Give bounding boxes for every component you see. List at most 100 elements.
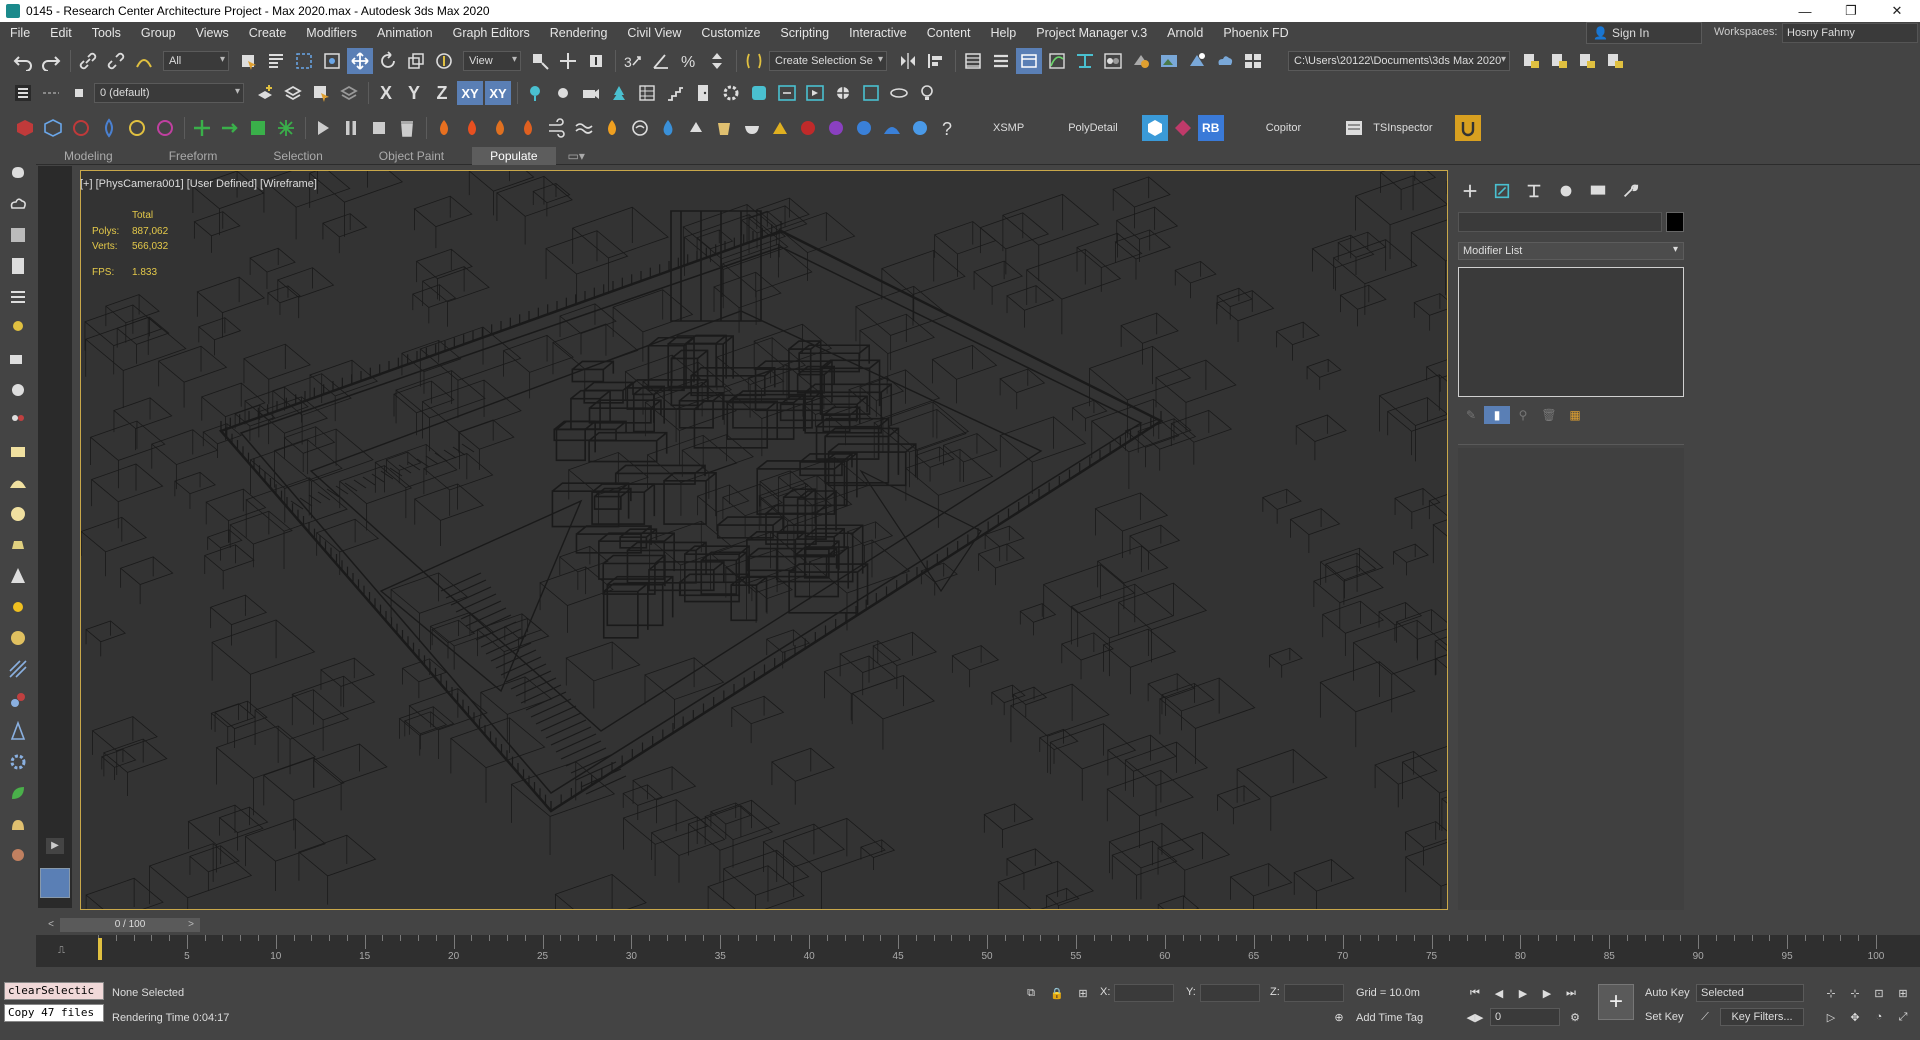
default-in-out-tangents-icon[interactable]: ⟋: [1696, 1008, 1714, 1026]
rect-icon[interactable]: [4, 438, 32, 466]
foam-icon[interactable]: [683, 115, 709, 141]
align-icon[interactable]: [923, 48, 949, 74]
zoom-extents-icon[interactable]: [774, 80, 800, 106]
mirror-icon[interactable]: [895, 48, 921, 74]
gear-blue-icon[interactable]: [4, 748, 32, 776]
utilities-tab-icon[interactable]: [1614, 180, 1646, 202]
rb-plugin-button[interactable]: RB: [1197, 115, 1224, 141]
u-plugin-icon[interactable]: [1454, 115, 1481, 141]
blue-splash-icon[interactable]: [879, 115, 905, 141]
door-icon[interactable]: [690, 80, 716, 106]
hierarchy-tab-icon[interactable]: [1518, 180, 1550, 202]
bind-spacewarp-icon[interactable]: [131, 48, 157, 74]
track-bar-filter-icon[interactable]: ⎍: [58, 945, 78, 959]
fire-icon-1[interactable]: [431, 115, 457, 141]
xsmp-button[interactable]: XSMP: [983, 122, 1034, 134]
material-editor-icon[interactable]: [1100, 48, 1126, 74]
rect-selection-region-icon[interactable]: [291, 48, 317, 74]
auto-key-button[interactable]: Auto Key: [1640, 984, 1690, 1002]
teapot-icon[interactable]: [4, 159, 32, 187]
tab-populate[interactable]: Populate: [472, 146, 556, 165]
cloud-icon[interactable]: [4, 190, 32, 218]
tsinspector-button[interactable]: TSInspector: [1369, 122, 1442, 134]
restore-button[interactable]: ❐: [1828, 0, 1874, 22]
yellow-tool-icon[interactable]: [767, 115, 793, 141]
make-unique-icon[interactable]: ⚲: [1510, 406, 1536, 424]
unlink-icon[interactable]: [103, 48, 129, 74]
gear-icon[interactable]: [718, 80, 744, 106]
green-arrow-icon[interactable]: [217, 115, 243, 141]
time-slider-prev[interactable]: <: [44, 918, 58, 932]
menu-phoenix-fd[interactable]: Phoenix FD: [1213, 26, 1298, 40]
disc-icon[interactable]: [4, 624, 32, 652]
constrain-x-button[interactable]: X: [373, 81, 399, 105]
pan-view-icon[interactable]: ✥: [1846, 1008, 1864, 1026]
torus-icon[interactable]: [152, 115, 178, 141]
layer-freeze-icon[interactable]: [66, 80, 92, 106]
toggle-ribbon-icon[interactable]: [1016, 48, 1042, 74]
project-folder-dropdown[interactable]: C:\Users\20122\Documents\3ds Max 2020: [1288, 51, 1510, 71]
select-by-name-icon[interactable]: [263, 48, 289, 74]
spinner-snap-icon[interactable]: [704, 48, 730, 74]
display-tab-icon[interactable]: [1582, 180, 1614, 202]
safe-frame-icon[interactable]: [858, 80, 884, 106]
create-tab-icon[interactable]: [1454, 180, 1486, 202]
time-configuration-icon[interactable]: ⚙: [1566, 1008, 1584, 1026]
layer-explorer-icon[interactable]: [10, 80, 36, 106]
viewport-icon[interactable]: [746, 80, 772, 106]
bulb-icon[interactable]: [4, 314, 32, 342]
menu-modifiers[interactable]: Modifiers: [296, 26, 367, 40]
modifier-stack[interactable]: [1458, 267, 1684, 397]
angle-snap-icon[interactable]: [648, 48, 674, 74]
polydetail-button[interactable]: PolyDetail: [1058, 122, 1128, 134]
selection-set-dropdown[interactable]: Selected: [1696, 984, 1804, 1002]
redo-icon[interactable]: [38, 48, 64, 74]
menu-rendering[interactable]: Rendering: [540, 26, 618, 40]
flame-icon[interactable]: [599, 115, 625, 141]
tab-selection[interactable]: Selection: [245, 147, 350, 165]
page-icon[interactable]: [4, 252, 32, 280]
menu-civil-view[interactable]: Civil View: [617, 26, 691, 40]
menu-animation[interactable]: Animation: [367, 26, 443, 40]
frame-icon[interactable]: [802, 80, 828, 106]
create-new-layer-icon[interactable]: [252, 80, 278, 106]
undo-icon[interactable]: [10, 48, 36, 74]
render-in-cloud-icon[interactable]: [1212, 48, 1238, 74]
leaf-icon[interactable]: [4, 779, 32, 807]
select-and-place-icon[interactable]: [431, 48, 457, 74]
render-iterative-icon[interactable]: [1240, 48, 1266, 74]
box-wire-icon[interactable]: [40, 115, 66, 141]
motion-tab-icon[interactable]: [1550, 180, 1582, 202]
blue-ball-icon[interactable]: [851, 115, 877, 141]
hex-plugin-icon[interactable]: [1141, 115, 1168, 141]
prism-plugin-icon[interactable]: [1170, 115, 1196, 141]
go-to-end-icon[interactable]: ⏭: [1562, 984, 1580, 1002]
select-manipulate-icon[interactable]: [555, 48, 581, 74]
foliage-icon[interactable]: [606, 80, 632, 106]
flower-icon[interactable]: [124, 115, 150, 141]
fire-icon-2[interactable]: [459, 115, 485, 141]
smoke-icon[interactable]: [627, 115, 653, 141]
fire-icon-3[interactable]: [487, 115, 513, 141]
trash-icon[interactable]: [394, 115, 420, 141]
green-star-icon[interactable]: [273, 115, 299, 141]
wave-icon[interactable]: [571, 115, 597, 141]
use-pivot-center-icon[interactable]: [527, 48, 553, 74]
liquid-icon[interactable]: [655, 115, 681, 141]
current-frame-field[interactable]: 0: [1490, 1008, 1560, 1026]
close-button[interactable]: ✕: [1874, 0, 1920, 22]
green-move-icon[interactable]: [189, 115, 215, 141]
select-and-rotate-icon[interactable]: [375, 48, 401, 74]
play-animation-icon[interactable]: ▶: [1514, 984, 1532, 1002]
bowl-icon[interactable]: [739, 115, 765, 141]
modifier-list-dropdown[interactable]: Modifier List: [1458, 242, 1684, 260]
zoom-extents-all-icon[interactable]: ⊞: [1894, 984, 1912, 1002]
render-production-icon[interactable]: [1184, 48, 1210, 74]
add-time-tag-button[interactable]: Add Time Tag: [1356, 1012, 1423, 1024]
layer-visibility-icon[interactable]: [38, 80, 64, 106]
y-coordinate-field[interactable]: [1200, 984, 1260, 1002]
select-layer-objects-icon[interactable]: [308, 80, 334, 106]
minimize-button[interactable]: —: [1782, 0, 1828, 22]
select-object-icon[interactable]: [235, 48, 261, 74]
people-icon[interactable]: [4, 407, 32, 435]
